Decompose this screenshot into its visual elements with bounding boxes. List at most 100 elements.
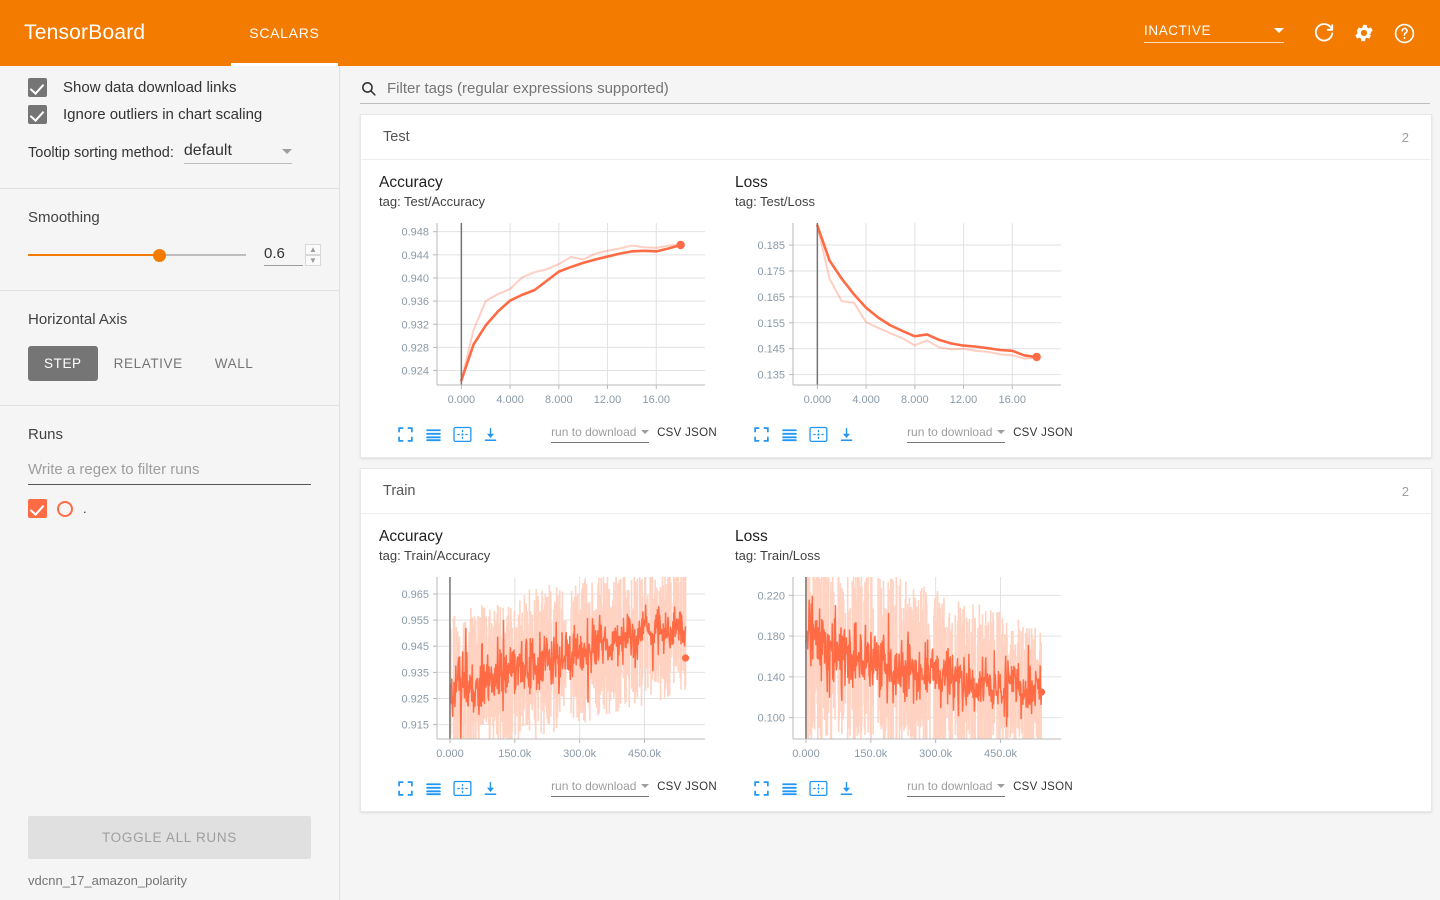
json-link[interactable]: JSON <box>685 427 717 439</box>
tooltip-sorting-select[interactable]: default <box>183 142 292 164</box>
download-icon[interactable] <box>833 421 862 447</box>
runs-title: Runs <box>28 426 64 443</box>
chart-svg: 0.924 0.928 0.932 0.936 0.940 0.944 0.948 0.000… <box>401 223 705 406</box>
settings-icon[interactable] <box>1344 13 1384 53</box>
data-fit-icon[interactable] <box>448 421 477 447</box>
chevron-down-icon <box>997 430 1006 434</box>
divider <box>0 405 339 406</box>
log-scale-icon[interactable] <box>776 421 805 447</box>
section-body-test: Accuracy tag: Test/Accuracy 0.924 0.928 0.… <box>361 159 1431 457</box>
tag-filter-bar[interactable]: Filter tags (regular expressions support… <box>360 80 1430 104</box>
checkbox-show-download-links[interactable]: Show data download links <box>28 78 311 97</box>
chart-plot[interactable]: 0.915 0.925 0.935 0.945 0.955 0.965 0.000 150.0… <box>379 571 717 771</box>
section-header-train[interactable]: Train 2 <box>361 469 1431 513</box>
csv-link[interactable]: CSV <box>1013 427 1038 439</box>
stepper-down-icon[interactable]: ▼ <box>305 255 321 266</box>
download-icon[interactable] <box>477 775 506 801</box>
checkbox-label: Show data download links <box>63 79 237 96</box>
fullscreen-icon[interactable] <box>391 421 420 447</box>
toggle-all-runs-button[interactable]: TOGGLE ALL RUNS <box>28 816 311 859</box>
log-scale-icon[interactable] <box>420 775 449 801</box>
data-fit-icon[interactable] <box>804 421 833 447</box>
logdir-label: vdcnn_17_amazon_polarity <box>28 873 187 888</box>
svg-text:0.940: 0.940 <box>401 273 429 285</box>
json-link[interactable]: JSON <box>1041 781 1073 793</box>
download-icon[interactable] <box>477 421 506 447</box>
smoothing-section: Smoothing <box>0 209 339 226</box>
chart-toolbar: run to download CSV JSON <box>379 775 717 801</box>
section-header-test[interactable]: Test 2 <box>361 115 1431 159</box>
json-link[interactable]: JSON <box>685 781 717 793</box>
chart-toolbar: run to download CSV JSON <box>735 421 1073 447</box>
smoothing-row: 0.6 ▲ ▼ <box>0 244 339 266</box>
section-body-train: Accuracy tag: Train/Accuracy 0.915 0.925 0… <box>361 513 1431 811</box>
smoothing-slider[interactable] <box>28 246 246 264</box>
chart-plot[interactable]: 0.135 0.145 0.155 0.165 0.175 0.185 0.000 4.000… <box>735 217 1073 417</box>
chart-title: Accuracy <box>379 528 443 545</box>
csv-link[interactable]: CSV <box>1013 781 1038 793</box>
run-name-label: . <box>83 501 87 516</box>
axis-option-step[interactable]: STEP <box>28 346 98 381</box>
fullscreen-icon[interactable] <box>747 421 776 447</box>
runs-filter-input[interactable]: Write a regex to filter runs <box>28 461 311 485</box>
download-group: run to download CSV JSON <box>907 425 1073 443</box>
run-to-download-select[interactable]: run to download <box>907 779 1006 797</box>
svg-text:0.175: 0.175 <box>757 266 785 278</box>
svg-text:0.185: 0.185 <box>757 240 785 252</box>
axis-option-relative[interactable]: RELATIVE <box>98 346 199 381</box>
sidebar: Show data download links Ignore outliers… <box>0 66 340 900</box>
svg-text:16.00: 16.00 <box>643 394 671 406</box>
download-icon[interactable] <box>833 775 862 801</box>
svg-text:0.965: 0.965 <box>401 589 429 601</box>
run-status-select[interactable]: INACTIVE <box>1144 23 1284 43</box>
tag-filter-input[interactable]: Filter tags (regular expressions support… <box>387 80 669 97</box>
runs-section: Runs Write a regex to filter runs . <box>0 426 339 518</box>
run-to-download-select[interactable]: run to download <box>907 425 1006 443</box>
tooltip-sorting-label: Tooltip sorting method: <box>28 145 174 161</box>
json-link[interactable]: JSON <box>1041 427 1073 439</box>
divider <box>0 290 339 291</box>
run-list-item[interactable]: . <box>28 499 311 518</box>
chart-tag: tag: Test/Accuracy <box>379 194 485 209</box>
chart-plot[interactable]: 0.100 0.140 0.180 0.220 0.000 150.0k 300.0k 450… <box>735 571 1073 771</box>
chart-svg: 0.135 0.145 0.155 0.165 0.175 0.185 0.000 4.000… <box>757 223 1061 406</box>
svg-text:450.0k: 450.0k <box>984 748 1018 760</box>
download-group: run to download CSV JSON <box>907 779 1073 797</box>
app-title: TensorBoard <box>24 21 146 44</box>
refresh-icon[interactable] <box>1304 13 1344 53</box>
data-fit-icon[interactable] <box>804 775 833 801</box>
nav-tabs: SCALARS <box>231 0 338 66</box>
log-scale-icon[interactable] <box>776 775 805 801</box>
horizontal-axis-title: Horizontal Axis <box>28 311 128 328</box>
help-icon[interactable] <box>1384 13 1424 53</box>
svg-text:0.000: 0.000 <box>792 748 820 760</box>
run-to-download-select[interactable]: run to download <box>551 779 650 797</box>
tab-scalars[interactable]: SCALARS <box>231 0 338 66</box>
svg-text:12.00: 12.00 <box>594 394 622 406</box>
fullscreen-icon[interactable] <box>391 775 420 801</box>
stepper-up-icon[interactable]: ▲ <box>305 244 321 255</box>
smoothing-stepper[interactable]: ▲ ▼ <box>305 244 321 266</box>
chevron-down-icon <box>1274 28 1284 33</box>
smoothing-title: Smoothing <box>28 209 100 226</box>
axis-option-wall[interactable]: WALL <box>199 346 270 381</box>
data-fit-icon[interactable] <box>448 775 477 801</box>
download-links: CSV JSON <box>657 427 717 443</box>
smoothing-input[interactable]: 0.6 <box>264 245 303 266</box>
run-to-download-select[interactable]: run to download <box>551 425 650 443</box>
section-title: Train <box>383 483 416 499</box>
csv-link[interactable]: CSV <box>657 427 682 439</box>
chart-plot[interactable]: 0.924 0.928 0.932 0.936 0.940 0.944 0.948 0.000… <box>379 217 717 417</box>
fullscreen-icon[interactable] <box>747 775 776 801</box>
download-links: CSV JSON <box>1013 427 1073 443</box>
svg-text:0.915: 0.915 <box>401 720 429 732</box>
run-status-value: INACTIVE <box>1144 23 1212 38</box>
run-checkbox-icon[interactable] <box>28 499 47 518</box>
slider-knob[interactable] <box>152 249 166 262</box>
checkbox-ignore-outliers[interactable]: Ignore outliers in chart scaling <box>28 105 311 124</box>
run-to-download-value: run to download <box>907 425 993 439</box>
log-scale-icon[interactable] <box>420 421 449 447</box>
chart-title: Accuracy <box>379 174 443 191</box>
csv-link[interactable]: CSV <box>657 781 682 793</box>
chevron-down-icon <box>641 784 650 788</box>
